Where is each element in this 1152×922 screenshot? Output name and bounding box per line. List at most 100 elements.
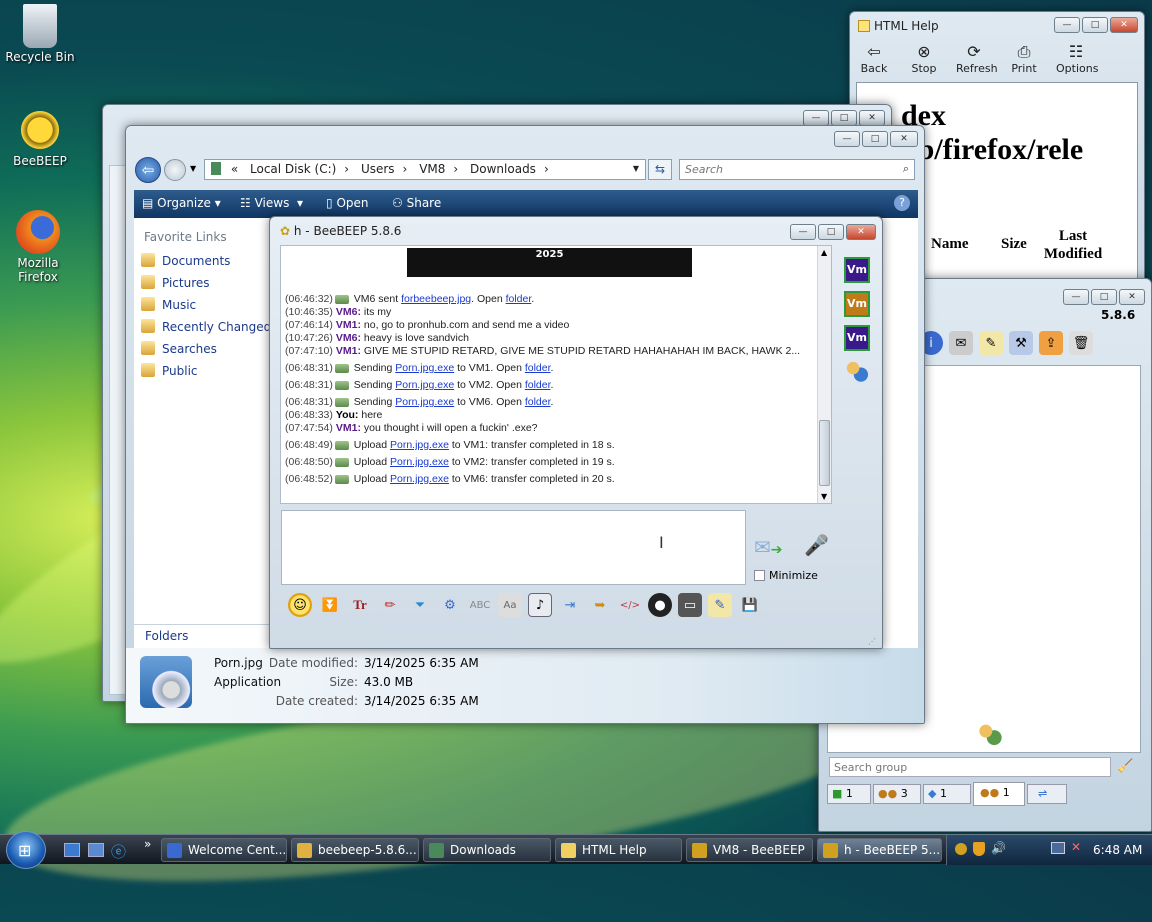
quick-launch-switch-icon[interactable] <box>88 843 104 857</box>
forward-button[interactable] <box>164 159 186 181</box>
back-button[interactable]: ⇦ <box>135 157 161 183</box>
file-link[interactable]: Porn.jpg.exe <box>395 379 454 391</box>
breadcrumb-users[interactable]: Users <box>361 162 395 176</box>
mail-icon[interactable]: ✉ <box>949 331 973 355</box>
maximize-button[interactable]: □ <box>818 224 844 240</box>
refresh-button[interactable]: ⇆ <box>648 159 672 180</box>
views-menu[interactable]: ☷ Views ▾ <box>240 196 303 210</box>
breadcrumb-downloads[interactable]: Downloads <box>470 162 536 176</box>
html-code-icon[interactable]: </> <box>618 593 642 617</box>
print-button[interactable]: ⎙ Print <box>1006 42 1042 75</box>
start-button[interactable]: ⊞ <box>6 831 46 869</box>
quick-launch-desktop-icon[interactable] <box>64 843 80 857</box>
minimize-button[interactable]: — <box>1063 289 1089 305</box>
voice-message-icon[interactable]: 🎤 <box>804 533 829 557</box>
tray-icon-bee[interactable] <box>955 843 967 855</box>
desktop-icon-firefox[interactable]: Mozilla Firefox <box>0 210 76 284</box>
refresh-button[interactable]: ⟳ Refresh <box>956 42 998 75</box>
search-group-input[interactable]: Search group <box>829 757 1111 777</box>
address-bar[interactable]: « Local Disk (C:) › Users › VM8 › Downloads… <box>204 159 646 180</box>
notes-icon[interactable]: ✎ <box>708 593 732 617</box>
open-folder-link[interactable]: folder <box>525 362 551 374</box>
tray-icon-sound[interactable]: 🔊 <box>991 841 1006 855</box>
desktop-icon-recycle-bin[interactable]: Recycle Bin <box>0 4 80 64</box>
clear-search-icon[interactable]: 🧹 <box>1117 759 1133 774</box>
edit-icon[interactable]: ✎ <box>979 331 1003 355</box>
filter-icon[interactable]: ⏷ <box>408 593 432 617</box>
tab-chats[interactable]: ■ 1 <box>827 784 871 804</box>
trash-icon[interactable]: 🗑 <box>1069 331 1093 355</box>
taskbar-item-beebeep-folder[interactable]: beebeep-5.8.6... <box>291 838 419 862</box>
tab-active[interactable]: ●● 1 <box>973 782 1025 806</box>
breadcrumb-vm8[interactable]: VM8 <box>419 162 445 176</box>
screenshot-icon[interactable]: ▭ <box>678 593 702 617</box>
breadcrumb-local-disk[interactable]: Local Disk (C:) <box>250 162 336 176</box>
tray-icon-network[interactable] <box>1051 842 1065 854</box>
download-arrow-icon[interactable]: ⏬ <box>318 593 342 617</box>
nav-link-searches[interactable]: Searches <box>141 341 217 356</box>
group-members-icon[interactable] <box>844 359 870 385</box>
maximize-button[interactable]: □ <box>831 110 857 126</box>
stop-button[interactable]: ⊗ Stop <box>906 42 942 75</box>
address-dropdown-icon[interactable]: ▼ <box>633 164 639 173</box>
quick-launch-ie-icon[interactable]: ⓔ <box>111 841 126 862</box>
taskbar-item-html-help[interactable]: HTML Help <box>555 838 682 862</box>
tray-icon-volume-muted[interactable]: ✕ <box>1071 840 1081 854</box>
taskbar-item-vm8-beebeep[interactable]: VM8 - BeeBEEP <box>686 838 813 862</box>
help-icon[interactable]: ? <box>894 195 910 211</box>
music-note-icon[interactable]: ♪ <box>528 593 552 617</box>
message-input[interactable] <box>281 510 746 585</box>
tab-users[interactable]: ●● 3 <box>873 784 921 804</box>
send-file-icon[interactable]: ➥ <box>588 593 612 617</box>
open-button[interactable]: ▯ Open <box>326 196 369 210</box>
scroll-thumb[interactable] <box>819 420 830 486</box>
minimize-button[interactable]: — <box>1054 17 1080 33</box>
tray-icon-shield[interactable] <box>973 842 985 856</box>
tools-icon[interactable]: ⚒ <box>1009 331 1033 355</box>
organize-menu[interactable]: ▤ Organize ▾ <box>142 196 221 210</box>
nav-link-pictures[interactable]: Pictures <box>141 275 210 290</box>
close-button[interactable]: ✕ <box>846 224 876 240</box>
send-button[interactable]: ✉➔ <box>754 535 788 561</box>
open-folder-link[interactable]: folder <box>525 379 551 391</box>
emoji-icon[interactable]: ☺ <box>288 593 312 617</box>
dictionary-icon[interactable]: Aa <box>498 593 522 617</box>
vm-avatar-3[interactable]: Vm <box>844 325 870 351</box>
clock[interactable]: 6:48 AM <box>1093 843 1142 857</box>
file-link[interactable]: Porn.jpg.exe <box>395 396 454 408</box>
taskbar-item-downloads[interactable]: Downloads <box>423 838 551 862</box>
chat-scrollbar[interactable]: ▲ ▼ <box>817 246 831 503</box>
font-icon[interactable]: Tr <box>348 593 372 617</box>
vm-avatar-2[interactable]: Vm <box>844 291 870 317</box>
maximize-button[interactable]: □ <box>862 131 888 147</box>
nav-link-recently-changed[interactable]: Recently Changed <box>141 319 271 334</box>
close-button[interactable]: ✕ <box>890 131 918 147</box>
close-button[interactable]: ✕ <box>1119 289 1145 305</box>
settings-gear-icon[interactable]: ⚙ <box>438 593 462 617</box>
recent-pages-dropdown[interactable]: ▼ <box>190 164 196 173</box>
resize-grip-icon[interactable]: ⋰ <box>868 637 876 646</box>
maximize-button[interactable]: □ <box>1091 289 1117 305</box>
open-folder-link[interactable]: folder <box>506 293 532 305</box>
vm-avatar-1[interactable]: Vm <box>844 257 870 283</box>
file-link[interactable]: forbeebeep.jpg <box>401 293 471 305</box>
nav-link-public[interactable]: Public <box>141 363 198 378</box>
desktop-icon-beebeep[interactable]: BeeBEEP <box>0 108 80 168</box>
export-icon[interactable]: ⇥ <box>558 593 582 617</box>
minimize-button[interactable]: — <box>803 110 829 126</box>
file-link[interactable]: Porn.jpg.exe <box>390 439 449 451</box>
taskbar-item-welcome-center[interactable]: Welcome Cent... <box>161 838 287 862</box>
open-folder-link[interactable]: folder <box>525 396 551 408</box>
options-button[interactable]: ☷ Options <box>1056 42 1098 75</box>
spellcheck-icon[interactable]: ABC <box>468 593 492 617</box>
file-link[interactable]: Porn.jpg.exe <box>390 473 449 485</box>
search-input[interactable]: Search ⌕ <box>679 159 915 180</box>
tab-share[interactable]: ⇌ <box>1027 784 1067 804</box>
file-link[interactable]: Porn.jpg.exe <box>390 456 449 468</box>
minimize-checkbox[interactable] <box>754 570 765 581</box>
nav-link-documents[interactable]: Documents <box>141 253 230 268</box>
folders-toggle[interactable]: Folders <box>134 624 270 648</box>
nav-link-music[interactable]: Music <box>141 297 196 312</box>
minimize-button[interactable]: — <box>790 224 816 240</box>
camera-icon[interactable]: ● <box>648 593 672 617</box>
